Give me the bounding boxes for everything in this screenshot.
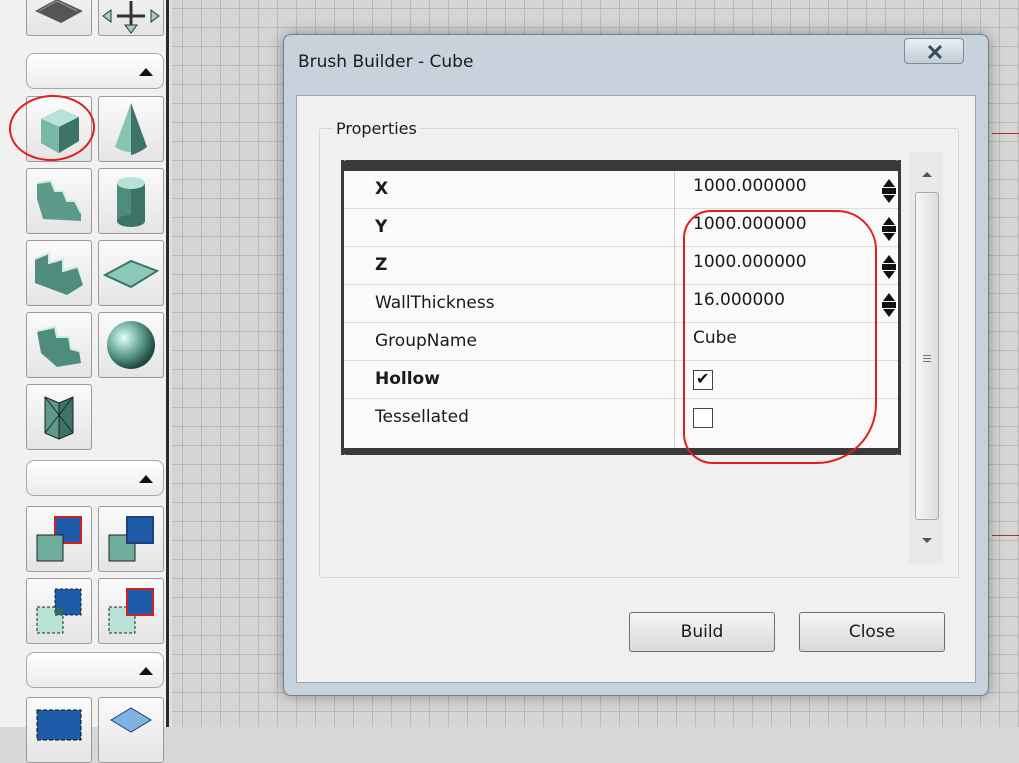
- move-widget-icon: [102, 1, 160, 34]
- csg-deintersect-icon: [108, 588, 154, 634]
- build-button[interactable]: Build: [629, 612, 775, 652]
- select-icon: [36, 709, 82, 741]
- spin-down-icon[interactable]: [883, 309, 895, 317]
- spiral-stair-button[interactable]: [26, 312, 92, 378]
- spin-down-icon[interactable]: [883, 233, 895, 241]
- grid-top-border: [341, 160, 901, 171]
- volume-icon: [110, 707, 152, 733]
- spin-down-icon[interactable]: [883, 271, 895, 279]
- value-spinner[interactable]: [882, 179, 896, 205]
- cylinder-brush-icon: [117, 177, 145, 227]
- sheet-brush-button[interactable]: [26, 0, 92, 36]
- axis-line: [992, 133, 1019, 134]
- value-spinner[interactable]: [882, 255, 896, 281]
- collapse-volumes-button[interactable]: [26, 652, 164, 688]
- collapse-csg-button[interactable]: [26, 460, 164, 496]
- csg-add-icon: [36, 516, 82, 562]
- volumetric-brush-button[interactable]: [26, 384, 92, 450]
- annotation-highlight: [683, 210, 877, 464]
- property-value-input[interactable]: 1000.000000: [693, 176, 807, 196]
- axis-line: [992, 535, 1019, 536]
- scroll-down-icon[interactable]: [922, 538, 932, 543]
- property-name: Z: [375, 255, 388, 275]
- dialog-title: Brush Builder - Cube: [298, 52, 474, 72]
- plane-brush-icon: [102, 259, 160, 289]
- dialog-body: Properties X 1000.000000 Y 1000.000000 Z…: [296, 95, 976, 683]
- csg-deintersect-button[interactable]: [98, 578, 164, 644]
- scroll-up-icon[interactable]: [922, 172, 932, 177]
- close-icon: [927, 45, 943, 59]
- value-spinner[interactable]: [882, 217, 896, 243]
- brush-builder-dialog: Brush Builder - Cube Properties X 1000.0…: [283, 34, 989, 696]
- plane-brush-button[interactable]: [98, 240, 164, 306]
- cylinder-brush-button[interactable]: [98, 168, 164, 234]
- property-name: Tessellated: [375, 407, 469, 427]
- spinner-divider: [882, 264, 896, 270]
- collapse-brushes-button[interactable]: [26, 53, 164, 89]
- spinner-divider: [882, 226, 896, 232]
- csg-subtract-button[interactable]: [98, 506, 164, 572]
- close-window-button[interactable]: [904, 38, 964, 64]
- properties-scrollbar[interactable]: [909, 152, 943, 564]
- property-name: WallThickness: [375, 293, 495, 313]
- spin-up-icon[interactable]: [883, 179, 895, 187]
- spiral-stair-icon: [36, 325, 81, 367]
- spinner-divider: [882, 188, 896, 194]
- move-widget-button[interactable]: [98, 0, 164, 36]
- property-name: Hollow: [375, 369, 440, 389]
- curved-stair-button[interactable]: [26, 168, 92, 234]
- close-button[interactable]: Close: [799, 612, 945, 652]
- scroll-thumb[interactable]: [915, 192, 939, 520]
- csg-add-button[interactable]: [26, 506, 92, 572]
- cone-brush-icon: [115, 103, 147, 155]
- property-name: X: [375, 179, 389, 199]
- sphere-brush-button[interactable]: [98, 312, 164, 378]
- collapse-arrow-icon: [139, 475, 153, 483]
- linear-stair-icon: [34, 251, 83, 295]
- brush-toolbar: [0, 0, 172, 763]
- curved-stair-icon: [36, 179, 82, 221]
- collapse-arrow-icon: [139, 667, 153, 675]
- properties-group-label: Properties: [333, 119, 420, 138]
- csg-intersect-icon: [36, 588, 82, 634]
- volume-button[interactable]: [98, 697, 164, 763]
- spinner-divider: [882, 302, 896, 308]
- spin-up-icon[interactable]: [883, 217, 895, 225]
- spin-up-icon[interactable]: [883, 255, 895, 263]
- property-name: GroupName: [375, 331, 477, 351]
- grip-icon: [923, 355, 931, 356]
- csg-intersect-button[interactable]: [26, 578, 92, 644]
- cone-brush-button[interactable]: [98, 96, 164, 162]
- spin-down-icon[interactable]: [883, 195, 895, 203]
- property-name: Y: [375, 217, 388, 237]
- spin-up-icon[interactable]: [883, 293, 895, 301]
- sphere-brush-icon: [107, 321, 155, 369]
- select-button[interactable]: [26, 697, 92, 763]
- linear-stair-button[interactable]: [26, 240, 92, 306]
- volumetric-brush-icon: [44, 396, 74, 440]
- property-row-x: X 1000.000000: [344, 171, 898, 209]
- csg-subtract-icon: [108, 516, 154, 562]
- collapse-arrow-icon: [139, 68, 153, 76]
- value-spinner[interactable]: [882, 293, 896, 319]
- sheet-brush-icon: [35, 0, 83, 23]
